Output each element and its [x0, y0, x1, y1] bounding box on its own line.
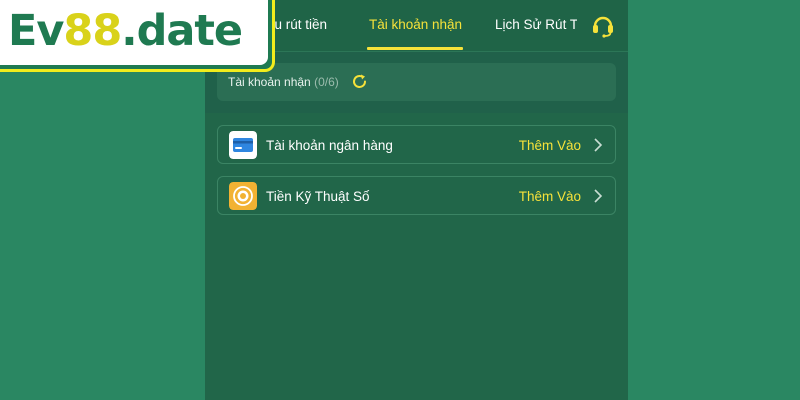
bank-account-label: Tài khoản ngân hàng: [266, 138, 393, 153]
account-options: Tài khoản ngân hàng Thêm Vào Tiền Kỹ Thu…: [205, 113, 628, 400]
tab-withdraw-request[interactable]: ầu rút tiền: [267, 17, 327, 32]
accounts-count: (0/6): [314, 75, 339, 89]
bank-card-icon: [229, 131, 257, 159]
receiving-accounts-label: Tài khoản nhận (0/6): [228, 75, 339, 89]
refresh-icon[interactable]: [351, 73, 368, 90]
accounts-label-text: Tài khoản nhận: [228, 75, 311, 89]
headset-icon[interactable]: [590, 12, 616, 38]
receiving-accounts-header: Tài khoản nhận (0/6): [217, 63, 616, 101]
logo-part-ev: Ev: [8, 6, 64, 56]
crypto-label: Tiền Kỹ Thuật Số: [266, 189, 370, 204]
logo-part-88: 88: [63, 6, 122, 56]
chevron-right-icon: [594, 138, 603, 152]
site-logo-text: Ev88.date: [0, 0, 268, 65]
crypto-coin-icon: [229, 182, 257, 210]
bank-account-add-button[interactable]: Thêm Vào: [519, 138, 581, 153]
tab-withdraw-history[interactable]: Lịch Sử Rút T: [495, 17, 577, 32]
bank-account-row[interactable]: Tài khoản ngân hàng Thêm Vào: [217, 125, 616, 164]
active-tab-indicator: [367, 47, 463, 50]
site-logo: Ev88.date: [0, 0, 275, 72]
tab-receiving-account[interactable]: Tài khoản nhận: [369, 17, 462, 32]
crypto-row[interactable]: Tiền Kỹ Thuật Số Thêm Vào: [217, 176, 616, 215]
crypto-add-button[interactable]: Thêm Vào: [519, 189, 581, 204]
chevron-right-icon: [594, 189, 603, 203]
logo-part-date: .date: [121, 6, 243, 56]
tab-history-clip: Lịch Sử Rút T: [495, 0, 577, 52]
